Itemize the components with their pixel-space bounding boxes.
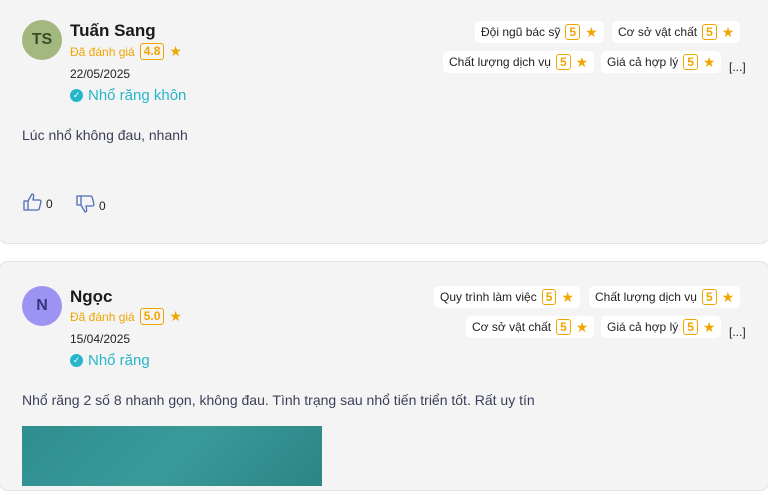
review-date: 15/04/2025 [70, 332, 131, 346]
rated-label: Đã đánh giá [70, 309, 135, 324]
criteria-item: Cơ sở vật chất 5 ★ [612, 21, 741, 43]
criteria-item: Chất lượng dịch vụ 5 ★ [443, 51, 595, 73]
more-criteria-button[interactable]: [...] [729, 325, 746, 339]
service-tag: ✓ Nhổ răng [70, 352, 150, 369]
criteria-label: Quy trình làm việc [440, 290, 537, 304]
criteria-item: Cơ sở vật chất 5 ★ [466, 316, 595, 338]
star-icon: ★ [721, 288, 735, 305]
avatar-initials: N [36, 297, 48, 314]
star-icon: ★ [721, 23, 735, 40]
check-icon: ✓ [70, 354, 83, 367]
criteria-score: 5 [683, 54, 698, 70]
star-icon: ★ [169, 308, 182, 324]
service-label: Nhổ răng [88, 352, 150, 369]
criteria-item: Đội ngũ bác sỹ 5 ★ [475, 21, 604, 43]
avatar-initials: TS [31, 31, 53, 48]
criteria-score: 5 [702, 24, 717, 40]
reviewer-name: Tuấn Sang [70, 21, 156, 40]
review-text: Lúc nhổ không đau, nhanh [22, 127, 188, 143]
criteria-label: Giá cả hợp lý [607, 55, 679, 69]
like-count: 0 [46, 197, 53, 211]
star-icon: ★ [575, 318, 589, 335]
criteria-label: Cơ sở vật chất [472, 320, 552, 334]
star-icon: ★ [585, 23, 598, 40]
avatar: TS [22, 20, 62, 60]
criteria-label: Giá cả hợp lý [607, 320, 679, 334]
overall-score: 5.0 [139, 308, 165, 325]
criteria-score: 5 [556, 319, 571, 335]
criteria-item: Quy trình làm việc 5 ★ [434, 286, 580, 308]
star-icon: ★ [169, 43, 182, 59]
star-icon: ★ [575, 53, 589, 70]
rating-summary: Đã đánh giá 4.8 ★ [70, 43, 182, 60]
overall-score: 4.8 [139, 43, 165, 60]
thumbs-up-icon [23, 193, 42, 211]
criteria-score: 5 [683, 319, 698, 335]
reviewer-name: Ngọc [70, 287, 113, 306]
service-tag: ✓ Nhổ răng khôn [70, 87, 186, 104]
star-icon: ★ [702, 53, 716, 70]
thumbs-down-icon [76, 195, 95, 213]
review-photo[interactable] [22, 426, 322, 486]
criteria-item: Giá cả hợp lý 5 ★ [601, 316, 722, 338]
criteria-label: Chất lượng dịch vụ [595, 290, 697, 304]
dislike-count: 0 [99, 199, 106, 213]
criteria-label: Chất lượng dịch vụ [449, 55, 551, 69]
more-criteria-button[interactable]: [...] [729, 60, 746, 74]
check-icon: ✓ [70, 89, 83, 102]
review-date: 22/05/2025 [70, 67, 131, 81]
rating-summary: Đã đánh giá 5.0 ★ [70, 308, 182, 325]
criteria-label: Cơ sở vật chất [618, 25, 698, 39]
criteria-item: Chất lượng dịch vụ 5 ★ [589, 286, 741, 308]
dislike-button[interactable]: 0 [76, 195, 106, 213]
criteria-item: Giá cả hợp lý 5 ★ [601, 51, 722, 73]
star-icon: ★ [702, 318, 716, 335]
criteria-score: 5 [701, 289, 717, 305]
criteria-label: Đội ngũ bác sỹ [481, 25, 561, 39]
rated-label: Đã đánh giá [70, 44, 135, 59]
review-text: Nhổ răng 2 số 8 nhanh gọn, không đau. Tì… [22, 392, 535, 408]
criteria-score: 5 [565, 24, 581, 40]
service-label: Nhổ răng khôn [88, 87, 187, 104]
criteria-score: 5 [541, 289, 557, 305]
avatar: N [22, 286, 62, 326]
star-icon: ★ [561, 288, 574, 305]
criteria-score: 5 [555, 54, 571, 70]
like-button[interactable]: 0 [23, 193, 53, 211]
